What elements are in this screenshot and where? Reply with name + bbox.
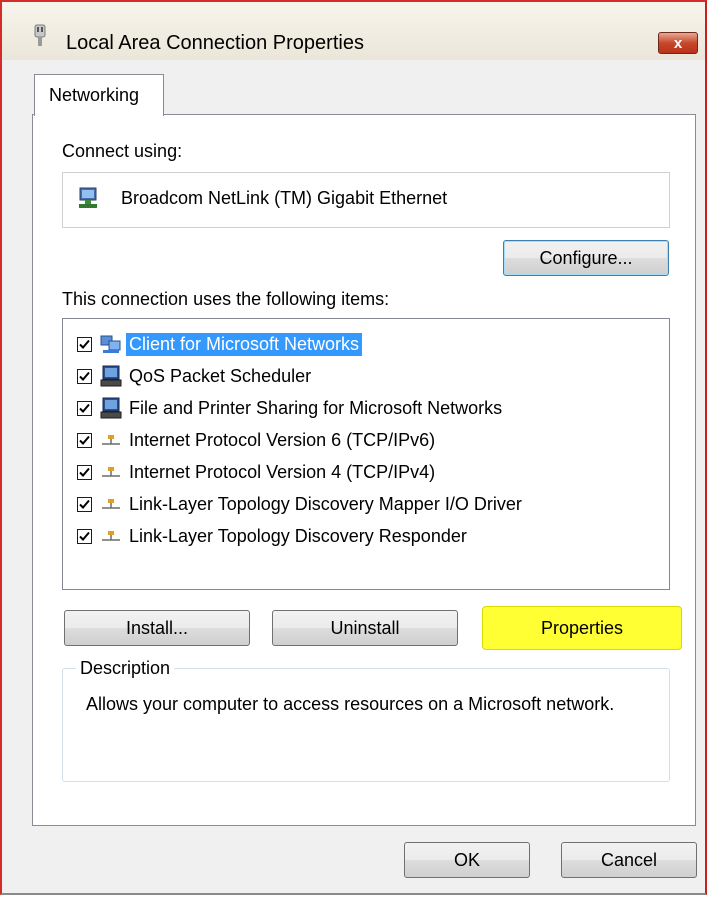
list-item[interactable]: QoS Packet Scheduler [77, 362, 314, 390]
properties-button[interactable]: Properties [482, 606, 682, 650]
item-label: Internet Protocol Version 4 (TCP/IPv4) [129, 461, 436, 482]
item-checkbox[interactable] [77, 336, 92, 352]
item-label: File and Printer Sharing for Microsoft N… [129, 397, 503, 418]
adapter-name: Broadcom NetLink (TM) Gigabit Ethernet [121, 188, 448, 208]
uninstall-button[interactable]: Uninstall [272, 610, 458, 646]
list-item[interactable]: Internet Protocol Version 6 (TCP/IPv6) [77, 426, 438, 454]
check-icon [79, 435, 90, 445]
network-connector-icon [34, 24, 46, 46]
list-item[interactable]: Client for Microsoft Networks [77, 330, 363, 358]
check-icon [79, 339, 90, 349]
computer-icon [100, 365, 122, 387]
item-checkbox[interactable] [77, 432, 92, 448]
connect-using-label: Connect using: [62, 141, 183, 161]
configure-button[interactable]: Configure... [503, 240, 669, 276]
item-checkbox[interactable] [77, 528, 92, 544]
item-label: Internet Protocol Version 6 (TCP/IPv6) [129, 429, 436, 450]
network-adapter-icon [79, 187, 97, 208]
item-checkbox[interactable] [77, 464, 92, 480]
cancel-button[interactable]: Cancel [561, 842, 697, 878]
protocol-icon [102, 467, 120, 477]
item-checkbox[interactable] [77, 496, 92, 512]
items-list[interactable]: Client for Microsoft Networks QoS Packet… [62, 318, 670, 590]
adapter-field: Broadcom NetLink (TM) Gigabit Ethernet [62, 172, 670, 228]
computer-icon [100, 397, 122, 419]
close-icon: x [673, 34, 683, 52]
protocol-icon [102, 531, 120, 541]
item-label: Link-Layer Topology Discovery Responder [129, 525, 467, 546]
install-button[interactable]: Install... [64, 610, 250, 646]
title-bar[interactable]: Local Area Connection Properties x [2, 2, 705, 60]
check-icon [79, 467, 90, 477]
items-section-label: This connection uses the following items… [62, 289, 390, 309]
ok-button[interactable]: OK [404, 842, 530, 878]
window-title: Local Area Connection Properties [66, 32, 364, 54]
description-group [62, 668, 670, 782]
check-icon [79, 531, 90, 541]
item-label: QoS Packet Scheduler [129, 365, 312, 386]
check-icon [79, 499, 90, 509]
description-text: Allows your computer to access resources… [86, 694, 615, 714]
list-item[interactable]: Link-Layer Topology Discovery Mapper I/O… [77, 490, 525, 518]
tab-networking[interactable]: Networking [34, 74, 164, 116]
item-label: Client for Microsoft Networks [126, 332, 363, 356]
item-checkbox[interactable] [77, 368, 92, 384]
network-client-icon [100, 335, 121, 353]
protocol-icon [102, 499, 120, 509]
check-icon [79, 403, 90, 413]
list-item[interactable]: Internet Protocol Version 4 (TCP/IPv4) [77, 458, 438, 486]
item-checkbox[interactable] [77, 400, 92, 416]
item-label: Link-Layer Topology Discovery Mapper I/O… [129, 493, 522, 514]
protocol-icon [102, 435, 120, 445]
close-button[interactable]: x [658, 32, 698, 54]
list-item[interactable]: File and Printer Sharing for Microsoft N… [77, 394, 505, 422]
check-icon [79, 371, 90, 381]
list-item[interactable]: Link-Layer Topology Discovery Responder [77, 522, 470, 550]
description-legend: Description [76, 658, 175, 679]
